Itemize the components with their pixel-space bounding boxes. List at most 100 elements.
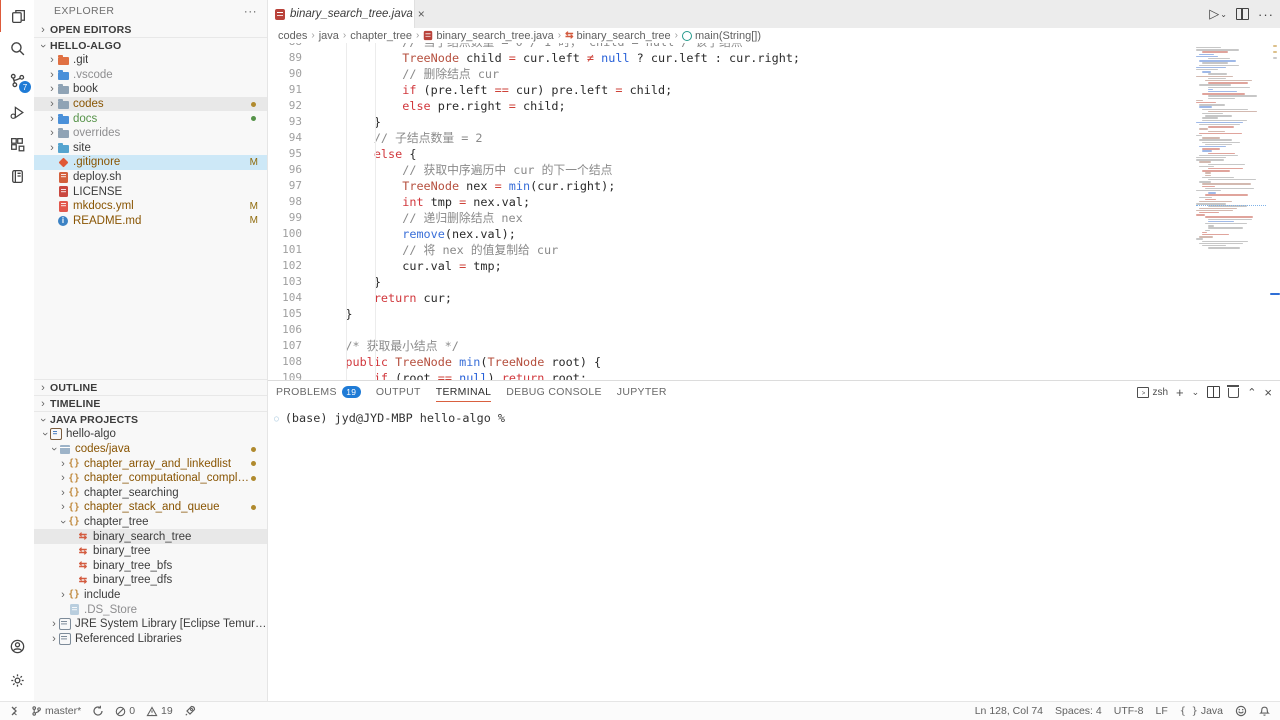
panel-tab-debug-console[interactable]: DEBUG CONSOLE (506, 381, 602, 403)
tree-item-book[interactable]: ›book (34, 82, 267, 97)
tree-item-binary-tree[interactable]: ⇆binary_tree (34, 544, 267, 559)
panel-tab-problems[interactable]: PROBLEMS19 (276, 381, 361, 403)
chevron-right-icon[interactable]: › (47, 54, 57, 66)
tree-item-binary-tree-bfs[interactable]: ⇆binary_tree_bfs (34, 558, 267, 573)
chevron-right-icon[interactable]: › (58, 472, 68, 484)
tree-item-site[interactable]: ›site (34, 141, 267, 156)
status-git-branch[interactable]: master* (31, 705, 81, 717)
section-outline[interactable]: › OUTLINE (34, 379, 267, 395)
breadcrumb-codes[interactable]: codes (278, 30, 307, 42)
settings-gear-icon[interactable] (0, 664, 34, 696)
tree-item-binary-search-tree[interactable]: ⇆binary_search_tree (34, 529, 267, 544)
chevron-right-icon[interactable]: › (58, 487, 68, 499)
chevron-right-icon: › (38, 398, 48, 410)
chevron-right-icon[interactable]: › (47, 69, 57, 81)
panel-tab-terminal[interactable]: TERMINAL (436, 381, 492, 403)
status-remote[interactable] (8, 705, 20, 717)
chevron-right-icon[interactable]: › (47, 127, 57, 139)
status-bell[interactable] (1259, 705, 1270, 717)
chevron-right-icon[interactable]: › (49, 633, 59, 645)
tree-item-gitignore[interactable]: .gitignoreM (34, 155, 267, 170)
tree-item-mkdocs-yml[interactable]: mkdocs.ymlM (34, 199, 267, 214)
tree-item-chapter-computational-complexity[interactable]: ›{}chapter_computational_complexity (34, 471, 267, 486)
tree-item-chapter-searching[interactable]: ›{}chapter_searching (34, 486, 267, 501)
chevron-right-icon[interactable]: › (49, 618, 59, 630)
tree-item-docs[interactable]: ›docs (34, 111, 267, 126)
tree-item-git[interactable]: ›.git (34, 53, 267, 68)
status-spaces-4[interactable]: Spaces: 4 (1055, 705, 1102, 717)
section-java-projects[interactable]: › JAVA PROJECTS (34, 411, 267, 427)
breadcrumb-main-string[interactable]: main(String[]) (682, 30, 761, 42)
chevron-right-icon[interactable]: › (58, 458, 68, 470)
new-terminal-icon[interactable]: + (1176, 385, 1184, 400)
bottom-panel: PROBLEMS19 OUTPUT TERMINAL DEBUG CONSOLE JUP… (268, 380, 1280, 702)
run-debug-icon[interactable] (0, 96, 34, 128)
account-icon[interactable] (0, 630, 34, 662)
status-warning[interactable]: 19 (146, 705, 173, 717)
status-utf-8[interactable]: UTF-8 (1114, 705, 1144, 717)
tree-item-chapter-stack-and-queue[interactable]: ›{}chapter_stack_and_queue (34, 500, 267, 515)
search-icon[interactable] (0, 32, 34, 64)
status-ln-128-col-74[interactable]: Ln 128, Col 74 (975, 705, 1043, 717)
panel-tab-output[interactable]: OUTPUT (376, 381, 421, 403)
status-error[interactable]: 0 (115, 705, 135, 717)
tree-item-include[interactable]: ›{}include (34, 588, 267, 603)
files-icon[interactable] (0, 0, 35, 32)
notebook-icon[interactable] (0, 160, 34, 192)
chevron-right-icon[interactable]: › (58, 501, 68, 513)
kill-terminal-icon[interactable] (1228, 386, 1239, 398)
code-line-93: 93 } (268, 114, 1280, 130)
tree-item-readme-md[interactable]: iREADME.mdM (34, 214, 267, 229)
status-braces[interactable]: { }Java (1180, 705, 1223, 717)
code-editor[interactable]: 88 // 当子结点数量 = 0 / 1 时， child = null / 该… (268, 43, 1280, 380)
tree-item-hello-algo[interactable]: ›hello-algo (34, 427, 267, 442)
run-button[interactable]: ▷⌄ (1209, 6, 1227, 22)
breadcrumb-binary-search-tree[interactable]: ⇆binary_search_tree (565, 30, 671, 42)
split-terminal-icon[interactable] (1207, 386, 1220, 398)
status-feedback[interactable] (1235, 705, 1247, 717)
chevron-right-icon[interactable]: › (47, 142, 57, 154)
tree-item-ds-store[interactable]: .DS_Store (34, 602, 267, 617)
tree-item-chapter-tree[interactable]: ›{}chapter_tree (34, 515, 267, 530)
tree-item-binary-tree-dfs[interactable]: ⇆binary_tree_dfs (34, 573, 267, 588)
source-control-icon[interactable]: 7 (0, 64, 34, 96)
chevron-right-icon[interactable]: › (47, 98, 57, 110)
minimap[interactable] (1196, 43, 1270, 380)
split-editor-icon[interactable] (1236, 8, 1249, 20)
section-timeline[interactable]: › TIMELINE (34, 395, 267, 411)
terminal-content[interactable]: ○ (base) jyd@JYD-MBP hello-algo % (268, 403, 1280, 702)
chevron-right-icon[interactable]: › (47, 83, 57, 95)
breadcrumb-java[interactable]: java (319, 30, 339, 42)
explorer-more-actions-icon[interactable]: ··· (244, 4, 257, 18)
tree-item-chapter-array-and-linkedlist[interactable]: ›{}chapter_array_and_linkedlist (34, 456, 267, 471)
terminal-shell-select[interactable]: > zsh (1137, 387, 1168, 398)
more-actions-icon[interactable]: ··· (1258, 7, 1274, 22)
tree-item-deploy-sh[interactable]: deploy.sh (34, 170, 267, 185)
breadcrumb-chapter-tree[interactable]: chapter_tree (350, 30, 412, 42)
status-rocket[interactable] (184, 705, 196, 717)
chevron-right-icon[interactable]: › (58, 589, 68, 601)
tab-close-icon[interactable]: × (418, 7, 425, 21)
panel-tab-jupyter[interactable]: JUPYTER (617, 381, 667, 403)
tree-item-vscode[interactable]: ›.vscode (34, 68, 267, 83)
tree-item-jre-system-library-eclipse-temurin-17-17[interactable]: ›JRE System Library [Eclipse Temurin 17 … (34, 617, 267, 632)
folder-icon (57, 83, 69, 95)
chevron-right-icon[interactable]: › (47, 113, 57, 125)
status-lf[interactable]: LF (1155, 705, 1167, 717)
extensions-icon[interactable] (0, 128, 34, 160)
section-open-editors[interactable]: › OPEN EDITORS (34, 22, 267, 38)
tree-item-referenced-libraries[interactable]: ›Referenced Libraries (34, 631, 267, 646)
close-panel-icon[interactable]: × (1264, 385, 1272, 400)
section-root-folder[interactable]: › HELLO-ALGO (34, 38, 267, 53)
warning-icon (146, 706, 158, 717)
tree-item-codes[interactable]: ›codes (34, 97, 267, 112)
tree-item-codes-java[interactable]: ›codes/java (34, 442, 267, 457)
tree-item-license[interactable]: LICENSE (34, 184, 267, 199)
breadcrumb-binary-search-tree-java[interactable]: binary_search_tree.java (423, 30, 553, 42)
status-sync[interactable] (92, 705, 104, 717)
overview-ruler[interactable] (1270, 43, 1280, 380)
terminal-dropdown-chevron-icon[interactable]: ⌄ (1192, 387, 1200, 398)
tree-item-overrides[interactable]: ›overrides (34, 126, 267, 141)
tab-binary-search-tree-java[interactable]: binary_search_tree.java × (268, 0, 415, 28)
maximize-panel-icon[interactable]: ⌃ (1247, 386, 1256, 399)
